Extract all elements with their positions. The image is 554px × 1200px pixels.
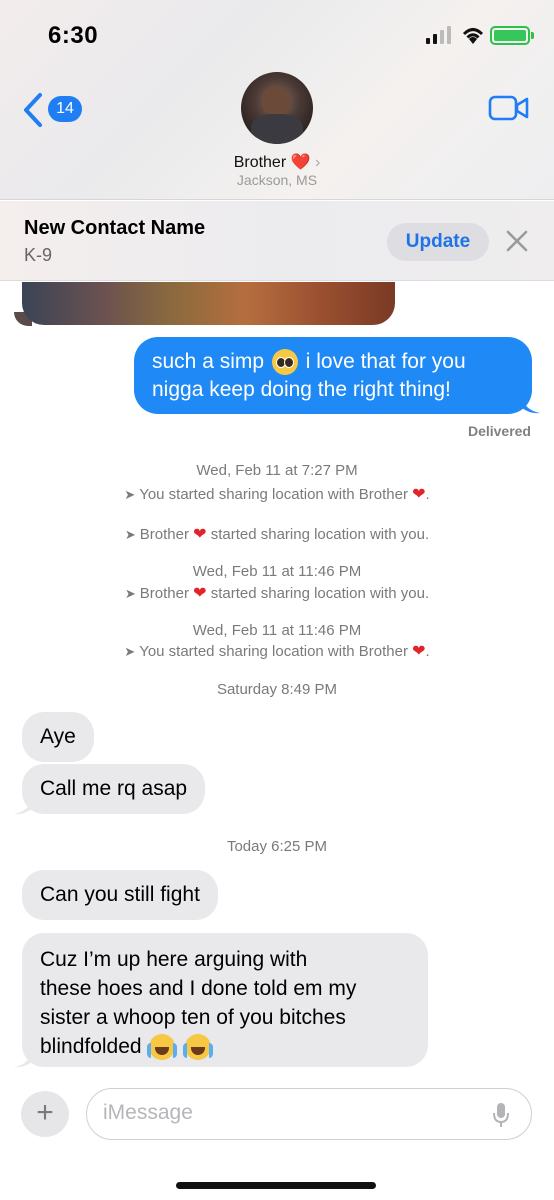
video-camera-icon[interactable] xyxy=(488,94,530,122)
outgoing-bubble-tail xyxy=(522,396,540,414)
cellular-signal-icon xyxy=(426,26,451,44)
location-arrow-icon: ➤ xyxy=(124,527,136,542)
banner-suggested-name: K-9 xyxy=(24,245,53,265)
delivered-status: Delivered xyxy=(467,423,531,439)
incoming-message[interactable]: Call me rq asap xyxy=(22,764,206,814)
message-input-placeholder: iMessage xyxy=(103,1101,193,1124)
message-line: sister a whoop ten of you bitches xyxy=(40,1006,346,1029)
contact-avatar[interactable] xyxy=(241,72,313,144)
message-line: Cuz I’m up here arguing with xyxy=(40,948,308,971)
contact-location: Jackson, MS xyxy=(236,172,318,188)
status-icons xyxy=(420,22,534,48)
heart-icon: ❤ xyxy=(412,486,426,503)
chevron-right-icon: › xyxy=(314,154,321,171)
home-indicator[interactable] xyxy=(176,1182,376,1189)
incoming-message[interactable]: Can you still fight xyxy=(22,870,218,920)
banner-title: New Contact Name xyxy=(24,217,206,239)
timestamp: Wed, Feb 11 at 11:46 PM xyxy=(192,563,362,580)
incoming-bubble-tail xyxy=(14,797,32,815)
wifi-icon xyxy=(462,28,484,44)
conversation-header: 6:30 14 Brother ❤️ › Jackson, MS xyxy=(0,0,554,200)
incoming-bubble-tail xyxy=(14,1050,32,1068)
message-line: blindfolded xyxy=(40,1032,410,1061)
contact-name-label: Brother xyxy=(233,154,287,171)
crying-face-emoji-icon xyxy=(183,1034,214,1061)
outgoing-message[interactable]: such a simp i love that for you nigga ke… xyxy=(134,337,532,414)
crying-face-emoji-icon xyxy=(147,1034,178,1061)
message-input[interactable]: iMessage xyxy=(86,1088,532,1140)
contact-name[interactable]: Brother ❤️ › xyxy=(0,152,554,172)
location-arrow-icon: ➤ xyxy=(124,586,136,601)
location-sharing-notice: ➤ Brother ❤ started sharing location with… xyxy=(124,526,430,543)
heart-icon: ❤ xyxy=(193,526,207,543)
update-button[interactable]: Update xyxy=(387,223,489,261)
battery-icon xyxy=(490,26,534,45)
plus-icon: + xyxy=(36,1096,54,1129)
unread-count-badge: 14 xyxy=(48,96,82,122)
location-sharing-notice: ➤ You started sharing location with Broth… xyxy=(124,486,430,503)
back-button[interactable]: 14 xyxy=(22,90,92,130)
chevron-left-icon xyxy=(24,93,42,127)
heart-icon: ❤ xyxy=(412,643,426,660)
timestamp: Today 6:25 PM xyxy=(226,838,328,855)
new-contact-banner: New Contact Name K-9 Update xyxy=(0,201,554,281)
message-text: such a simp xyxy=(152,350,265,373)
location-sharing-notice: ➤ Brother ❤ started sharing location with… xyxy=(124,585,430,602)
photo-attachment[interactable] xyxy=(22,282,395,325)
timestamp: Saturday 8:49 PM xyxy=(216,681,338,698)
close-icon[interactable] xyxy=(504,228,530,254)
incoming-message[interactable]: Cuz I’m up here arguing with these hoes … xyxy=(22,933,428,1067)
pleading-face-emoji-icon xyxy=(271,349,298,376)
heart-icon: ❤ xyxy=(193,585,207,602)
heart-icon: ❤️ xyxy=(290,154,311,171)
location-arrow-icon: ➤ xyxy=(124,487,136,502)
incoming-message[interactable]: Aye xyxy=(22,712,94,762)
location-arrow-icon: ➤ xyxy=(124,644,136,659)
location-sharing-notice: ➤ You started sharing location with Broth… xyxy=(124,643,430,660)
message-line: these hoes and I done told em my xyxy=(40,977,357,1000)
apps-plus-button[interactable]: + xyxy=(21,1091,69,1137)
status-time: 6:30 xyxy=(48,22,99,49)
timestamp: Wed, Feb 11 at 11:46 PM xyxy=(192,622,362,639)
microphone-icon[interactable] xyxy=(491,1101,511,1129)
timestamp: Wed, Feb 11 at 7:27 PM xyxy=(196,462,358,479)
